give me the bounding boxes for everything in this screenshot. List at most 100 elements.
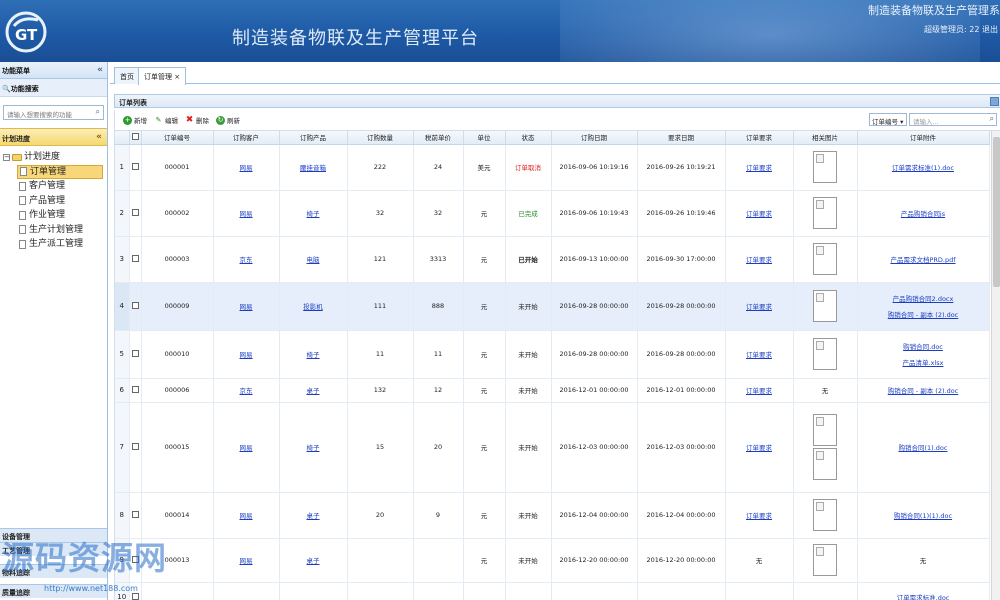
customer-link[interactable]: 网易 (213, 190, 280, 237)
product-link[interactable]: 椅子 (279, 330, 348, 379)
product-link-text[interactable]: 椅子 (307, 210, 320, 218)
table-row[interactable]: 8 000014 网易 桌子 20 9 元 未开始 2016-12-04 00:00:00 201… (115, 492, 990, 539)
customer-link-text[interactable]: 网易 (240, 164, 253, 172)
order-requirement-link-text[interactable]: 订单要求 (746, 444, 772, 452)
attachment-link[interactable]: 购销合同 - 副本 (2).doc (858, 309, 989, 319)
order-requirement-link[interactable]: 订单要求 (725, 144, 794, 191)
customer-link[interactable]: 网易 (213, 492, 280, 539)
product-link-text[interactable]: 投影机 (303, 303, 323, 311)
customer-link[interactable]: 京东 (213, 378, 280, 403)
attachment-link[interactable]: 订单需求标准.doc (858, 592, 989, 600)
attachment-link[interactable]: 购销合同(1)(1).doc (858, 510, 989, 520)
row-checkbox[interactable] (131, 208, 139, 216)
row-checkbox[interactable] (131, 385, 139, 393)
tree-root[interactable]: − 计划进度 (3, 150, 104, 165)
attachment-link[interactable]: 订单需求标准(1).doc (858, 162, 989, 172)
order-requirement-link-text[interactable]: 订单要求 (746, 164, 772, 172)
customer-link-text[interactable]: 网易 (240, 351, 253, 359)
minimize-icon[interactable] (990, 97, 999, 106)
product-link-text[interactable]: 电脑 (307, 256, 320, 264)
customer-link-text[interactable]: 网易 (240, 210, 253, 218)
customer-link[interactable]: 京东 (213, 236, 280, 283)
col-header[interactable]: 订单要求 (725, 131, 794, 145)
image-thumbnail[interactable] (813, 414, 837, 446)
col-header[interactable]: 要求日期 (637, 131, 726, 145)
row-checkbox[interactable] (131, 592, 139, 600)
plan-section-header[interactable]: 计划进度 « (0, 128, 107, 146)
order-requirement-link[interactable] (725, 582, 794, 600)
row-checkbox-cell[interactable] (129, 330, 142, 379)
row-checkbox[interactable] (131, 254, 139, 262)
customer-link[interactable] (213, 582, 280, 600)
customer-link-text[interactable]: 京东 (240, 387, 253, 395)
product-link[interactable]: 椅子 (279, 402, 348, 493)
row-checkbox-cell[interactable] (129, 190, 142, 237)
product-link[interactable]: 椅子 (279, 190, 348, 237)
table-row[interactable]: 10 订单需求标准.doc (115, 582, 990, 600)
sidebar-item-dispatch[interactable]: 生产派工管理 (17, 237, 104, 252)
image-thumbnail[interactable] (813, 290, 837, 322)
col-header[interactable]: 相关图片 (793, 131, 858, 145)
product-link[interactable]: 腰挂音箱 (279, 144, 348, 191)
col-header[interactable]: 单位 (463, 131, 506, 145)
row-checkbox[interactable] (131, 510, 139, 518)
customer-link-text[interactable]: 网易 (240, 512, 253, 520)
table-row[interactable]: 4 000009 网易 投影机 111 888 元 未开始 2016-09-28 00:00:0… (115, 282, 990, 331)
customer-link[interactable]: 网易 (213, 144, 280, 191)
image-thumbnail[interactable] (813, 499, 837, 531)
image-thumbnail[interactable] (813, 243, 837, 275)
table-row[interactable]: 1 000001 网易 腰挂音箱 222 24 美元 订单取消 2016-09-06 10:19… (115, 144, 990, 191)
order-requirement-link[interactable]: 订单要求 (725, 402, 794, 493)
product-link[interactable] (279, 582, 348, 600)
refresh-button[interactable]: ↻ 刷新 (216, 115, 240, 125)
attachment-link[interactable]: 产品清单.xlsx (858, 357, 989, 367)
function-search-input[interactable]: 请输入想要搜索的功能 ⌕ (3, 105, 104, 120)
table-row[interactable]: 3 000003 京东 电脑 121 3313 元 已开始 2016-09-13 10:00:0… (115, 236, 990, 283)
row-checkbox[interactable] (131, 442, 139, 450)
close-icon[interactable]: × (174, 73, 180, 81)
image-thumbnail[interactable] (813, 448, 837, 480)
customer-link-text[interactable]: 网易 (240, 444, 253, 452)
col-header[interactable]: 订购产品 (279, 131, 348, 145)
col-header[interactable]: 订单编号 (141, 131, 214, 145)
tab-order-management[interactable]: 订单管理 × (138, 67, 187, 85)
attachment-link[interactable]: 购销合同 - 副本 (2).doc (858, 385, 989, 395)
sidebar-item-order[interactable]: 订单管理 (17, 164, 103, 179)
row-checkbox-cell[interactable] (129, 282, 142, 331)
customer-link-text[interactable]: 京东 (240, 256, 253, 264)
sidebar-item-job[interactable]: 作业管理 (17, 208, 104, 223)
user-info[interactable]: 超级管理员: 22 退出 (924, 24, 998, 35)
row-checkbox[interactable] (131, 301, 139, 309)
order-requirement-link-text[interactable]: 订单要求 (746, 303, 772, 311)
order-requirement-link[interactable]: 订单要求 (725, 236, 794, 283)
table-row[interactable]: 6 000006 京东 桌子 132 12 元 未开始 2016-12-01 00:00:00 2… (115, 378, 990, 403)
product-link-text[interactable]: 桌子 (307, 512, 320, 520)
order-requirement-link[interactable]: 订单要求 (725, 282, 794, 331)
product-link-text[interactable]: 腰挂音箱 (300, 164, 326, 172)
product-link-text[interactable]: 椅子 (307, 351, 320, 359)
attachment-link[interactable]: 产品需求文档PRD.pdf (858, 254, 989, 264)
attachment-link[interactable]: 产品购销合同js (858, 208, 989, 218)
col-header[interactable]: 订购日期 (551, 131, 638, 145)
col-header[interactable]: 状态 (505, 131, 552, 145)
col-header[interactable]: 订购客户 (213, 131, 280, 145)
order-requirement-link[interactable]: 订单要求 (725, 492, 794, 539)
scrollbar-thumb[interactable] (993, 137, 1000, 287)
image-thumbnail[interactable] (813, 338, 837, 370)
order-requirement-link-text[interactable]: 订单要求 (746, 351, 772, 359)
product-link[interactable]: 桌子 (279, 378, 348, 403)
order-requirement-link[interactable]: 订单要求 (725, 330, 794, 379)
product-link[interactable]: 电脑 (279, 236, 348, 283)
customer-link[interactable]: 网易 (213, 330, 280, 379)
search-field-select[interactable]: 订单编号 ▾ (869, 113, 907, 126)
col-header[interactable]: 订购数量 (347, 131, 414, 145)
attachment-link[interactable]: 购销合同(1).doc (858, 442, 989, 452)
table-row[interactable]: 5 000010 网易 椅子 11 11 元 未开始 2016-09-28 00:00:00 20… (115, 330, 990, 379)
search-input[interactable]: 请输入... ⌕ (909, 113, 997, 126)
customer-link-text[interactable]: 网易 (240, 303, 253, 311)
order-requirement-link[interactable]: 订单要求 (725, 190, 794, 237)
tab-home[interactable]: 首页 (114, 67, 140, 84)
customer-link[interactable]: 网易 (213, 538, 280, 583)
col-select-all[interactable] (129, 131, 142, 145)
collapse-up-icon[interactable]: « (96, 132, 102, 142)
